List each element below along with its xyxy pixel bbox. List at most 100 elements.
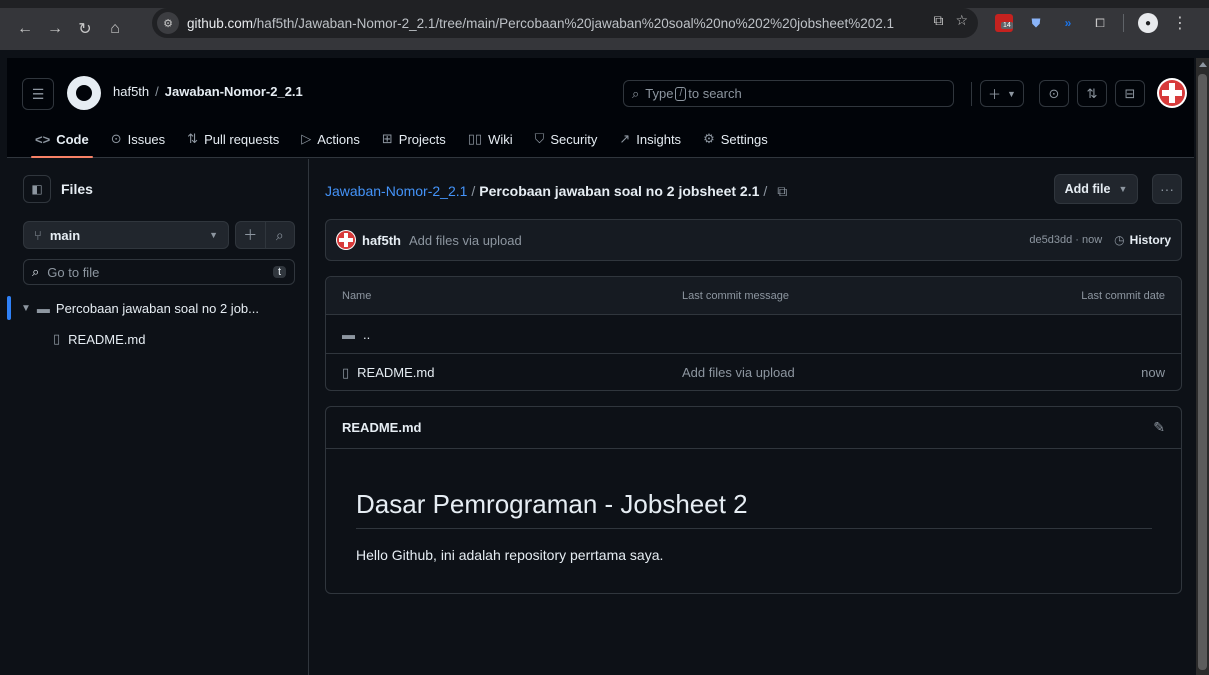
address-bar[interactable]: ⚙ github.com/haf5th/Jawaban-Nomor-2_2.1/…: [152, 8, 978, 38]
table-header: Name Last commit message Last commit dat…: [326, 277, 1181, 315]
go-to-file-input[interactable]: ⌕ Go to file t: [23, 259, 295, 285]
github-header: ☰ haf5th / Jawaban-Nomor-2_2.1 ⌕ Type / to…: [7, 58, 1194, 158]
breadcrumb-trailing-separator: /: [763, 183, 768, 199]
row-commit-message[interactable]: Add files via upload: [682, 365, 795, 380]
tree-item-file[interactable]: ▯ README.md: [53, 331, 145, 347]
create-new-button[interactable]: ＋ ▼: [980, 80, 1024, 107]
table-icon: ⊞: [381, 131, 393, 146]
install-app-icon[interactable]: ⧉: [933, 12, 943, 29]
avatar-cross-icon: [337, 231, 355, 249]
pull-request-icon: ⇅: [187, 131, 199, 146]
issues-button[interactable]: ⊙: [1039, 80, 1069, 107]
folder-icon: ▬: [36, 301, 50, 316]
tab-pull-requests[interactable]: ⇅ Pull requests: [179, 120, 287, 158]
tab-insights[interactable]: ↗ Insights: [611, 120, 689, 158]
home-icon[interactable]: ⌂: [102, 16, 128, 42]
file-name-link[interactable]: README.md: [357, 365, 434, 380]
tab-actions[interactable]: ▷ Actions: [293, 120, 368, 158]
shield-icon: ⛉: [534, 131, 545, 146]
hamburger-menu-icon[interactable]: ☰: [22, 78, 54, 110]
breadcrumb: Jawaban-Nomor-2_2.1/Percobaan jawaban so…: [325, 183, 787, 200]
calendar-extension-icon[interactable]: 14: [995, 14, 1013, 32]
author-avatar[interactable]: [336, 230, 356, 250]
main-content: Jawaban-Nomor-2_2.1/Percobaan jawaban so…: [310, 159, 1194, 675]
tab-projects[interactable]: ⊞ Projects: [374, 120, 454, 158]
scrollbar-thumb[interactable]: [1198, 74, 1207, 670]
scroll-up-arrow-icon[interactable]: [1199, 62, 1207, 67]
avatar-cross-icon: [1159, 80, 1185, 106]
table-row-parent[interactable]: ▬..: [326, 315, 1181, 353]
commit-author[interactable]: haf5th: [362, 233, 401, 248]
selected-indicator: [7, 296, 11, 320]
reload-icon[interactable]: ↻: [72, 16, 98, 42]
search-input[interactable]: ⌕ Type / to search: [623, 80, 954, 107]
chevron-down-icon: ▼: [1118, 184, 1128, 194]
latest-commit-bar: haf5th Add files via upload de5d3dd · no…: [325, 219, 1182, 261]
tab-label: Issues: [127, 131, 166, 147]
commit-hash-time[interactable]: de5d3dd · now: [1029, 234, 1102, 246]
add-file-label: Add file: [1064, 182, 1111, 196]
audio-extension-icon[interactable]: »: [1059, 14, 1077, 32]
tab-code[interactable]: <> Code: [27, 120, 97, 158]
tab-issues[interactable]: ⊙ Issues: [103, 120, 173, 158]
header-divider: [971, 82, 972, 106]
code-icon: <>: [35, 131, 51, 147]
breadcrumb-repo-link[interactable]: Jawaban-Nomor-2_2.1: [325, 183, 467, 199]
history-button[interactable]: ◷ History: [1114, 233, 1171, 247]
tree-item-folder[interactable]: ▼ ▬ Percobaan jawaban soal no 2 job...: [21, 301, 259, 316]
add-file-button[interactable]: Add file ▼: [1054, 174, 1138, 204]
branch-selector[interactable]: ⑂ main ▼: [23, 221, 229, 249]
search-shortcut-key: /: [675, 86, 687, 101]
breadcrumb-separator: /: [471, 183, 476, 199]
plus-icon: ＋: [988, 87, 1002, 102]
profile-avatar-icon[interactable]: ●: [1138, 13, 1158, 33]
repo-link[interactable]: Jawaban-Nomor-2_2.1: [165, 84, 303, 99]
tab-security[interactable]: ⛉ Security: [527, 120, 606, 158]
copy-path-icon[interactable]: ⧉: [777, 183, 787, 199]
table-row[interactable]: ▯ README.md Add files via upload now: [326, 353, 1181, 390]
go-to-file-shortcut: t: [272, 266, 286, 278]
collapse-panel-icon[interactable]: ◧: [23, 175, 51, 203]
extensions-puzzle-icon[interactable]: ⧠: [1091, 14, 1109, 32]
tab-label: Actions: [317, 131, 360, 147]
site-info-icon[interactable]: ⚙: [157, 12, 179, 34]
pull-requests-button[interactable]: ⇅: [1077, 80, 1107, 107]
page-scrollbar[interactable]: [1196, 58, 1209, 675]
readme-filename[interactable]: README.md: [342, 420, 421, 435]
inbox-button[interactable]: ⊟: [1115, 80, 1145, 107]
parent-dir-link[interactable]: ..: [363, 327, 370, 342]
forward-arrow-icon[interactable]: →: [42, 16, 68, 42]
tree-file-label: README.md: [68, 331, 146, 347]
issue-circle-icon: ⊙: [1048, 85, 1060, 101]
user-avatar[interactable]: [1157, 78, 1187, 108]
commit-message[interactable]: Add files via upload: [409, 233, 522, 248]
pull-request-icon: ⇅: [1086, 85, 1098, 101]
pencil-edit-icon[interactable]: ✎: [1153, 419, 1165, 436]
header-date: Last commit date: [1081, 289, 1165, 302]
search-files-icon[interactable]: ⌕: [266, 227, 295, 244]
browser-menu-icon[interactable]: ⋮: [1172, 13, 1188, 33]
header-message: Last commit message: [682, 289, 789, 302]
tab-settings[interactable]: ⚙ Settings: [695, 120, 776, 158]
back-arrow-icon[interactable]: ←: [12, 16, 38, 42]
inbox-icon: ⊟: [1124, 85, 1136, 101]
go-to-file-placeholder: Go to file: [47, 264, 100, 280]
file-tree-panel: ◧ Files ⑂ main ▼ ＋ ⌕ ⌕ Go to file t ▼ ▬ …: [7, 159, 309, 675]
row-commit-date: now: [1141, 365, 1165, 380]
owner-link[interactable]: haf5th: [113, 84, 149, 99]
tab-wiki[interactable]: ▯▯ Wiki: [460, 120, 521, 158]
shield-extension-icon[interactable]: ⛊: [1027, 14, 1045, 32]
repo-tabs: <> Code ⊙ Issues ⇅ Pull requests ▷ Actions ⊞ Proj…: [27, 120, 782, 158]
folder-icon: ▬: [342, 326, 355, 342]
github-logo-icon[interactable]: [67, 76, 101, 110]
toolbar-divider: [1123, 14, 1124, 32]
add-file-plus-icon[interactable]: ＋: [236, 225, 265, 245]
tab-label: Pull requests: [204, 131, 280, 147]
calendar-badge: 14: [1001, 22, 1013, 29]
bookmark-star-icon[interactable]: ☆: [955, 12, 968, 29]
url-text[interactable]: github.com/haf5th/Jawaban-Nomor-2_2.1/tr…: [187, 16, 894, 31]
tab-label: Insights: [636, 131, 682, 147]
more-options-button[interactable]: ···: [1152, 174, 1182, 204]
url-host: github.com: [187, 15, 254, 31]
chevron-down-icon: ▼: [209, 230, 218, 240]
